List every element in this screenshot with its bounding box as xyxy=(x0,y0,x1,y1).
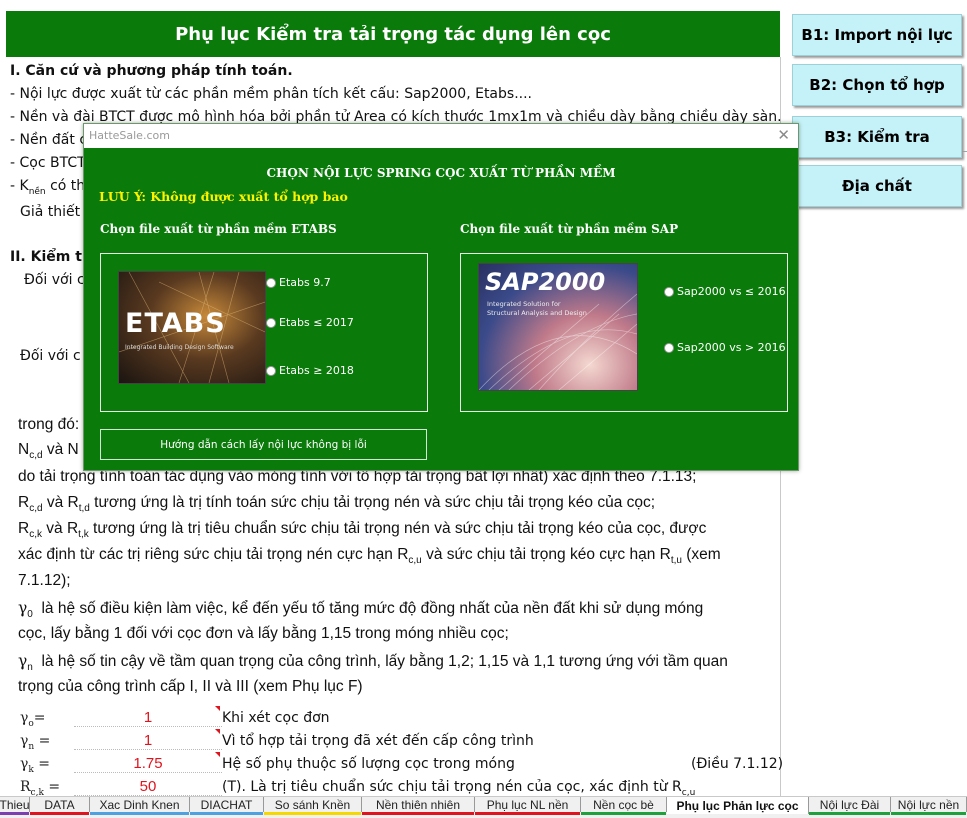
dialog-titlebar[interactable]: HatteSale.com ✕ xyxy=(84,124,798,148)
param-desc-gamma-k: Hệ số phụ thuộc số lượng cọc trong móng xyxy=(222,756,515,772)
comment-marker xyxy=(215,729,220,734)
tab-so-sanh-knen[interactable]: So sánh Knền xyxy=(264,797,362,815)
guide-button[interactable]: Hướng dẫn cách lấy nội lực không bị lỗi xyxy=(100,429,427,460)
param-desc-gamma-o: Khi xét cọc đơn xyxy=(222,710,330,726)
radio-icon[interactable] xyxy=(664,286,674,297)
param-value-gamma-k[interactable]: 1.75 xyxy=(74,755,222,773)
radio-icon[interactable] xyxy=(266,277,276,288)
sap-group: SAP2000 Integrated Solution for Structur… xyxy=(460,253,788,412)
comment-marker xyxy=(215,706,220,711)
radio-icon[interactable] xyxy=(266,365,276,376)
option-etabs-le-2017[interactable]: Etabs ≤ 2017 xyxy=(266,316,354,329)
doi-voi-2: Đối với c xyxy=(20,348,81,364)
tab-phu-luc-phan-luc-coc[interactable]: Phụ lục Phản lực cọc xyxy=(667,797,809,814)
section-1-heading: I. Căn cứ và phương pháp tính toán. xyxy=(10,63,293,79)
tab-nen-thien-nhien[interactable]: Nền thiên nhiên xyxy=(362,797,475,815)
param-value-gamma-n[interactable]: 1 xyxy=(74,732,222,750)
tab-noi-luc-nen[interactable]: Nội lực nền xyxy=(891,797,967,815)
comment-marker xyxy=(215,752,220,757)
option-sap-le-2016[interactable]: Sap2000 vs ≤ 2016 xyxy=(664,285,786,298)
body-line-5: 7.1.12); xyxy=(18,572,71,589)
param-desc-rck: (T). Là trị tiêu chuẩn sức chịu tải trọn… xyxy=(222,779,696,798)
doi-voi-1: Đối với c xyxy=(24,272,85,288)
body-line-9: trọng của công trình cấp I, II và III (x… xyxy=(18,678,363,695)
line-4: - Cọc BTCT xyxy=(10,155,86,171)
close-icon[interactable]: ✕ xyxy=(777,126,790,144)
line-1: - Nội lực được xuất từ các phần mềm phân… xyxy=(10,86,532,102)
import-forces-button[interactable]: B1: Import nội lực xyxy=(792,14,962,56)
sheet-tab-bar: Thieu DATA Xac Dinh Knen DIACHAT So sánh… xyxy=(0,796,967,818)
param-value-gamma-o[interactable]: 1 xyxy=(74,709,222,727)
tab-noi-luc-dai[interactable]: Nội lực Đài xyxy=(809,797,891,815)
radio-icon[interactable] xyxy=(664,342,674,353)
dialog-warning: LƯU Ý: Không được xuất tổ hợp bao xyxy=(99,189,348,204)
param-value-rck[interactable]: 50 xyxy=(74,778,222,796)
trong-do: trong đó: xyxy=(18,416,80,433)
dialog-window-title: HatteSale.com xyxy=(89,129,170,142)
assumption-label: Giả thiết xyxy=(20,204,81,220)
choose-combination-button[interactable]: B2: Chọn tổ hợp xyxy=(792,64,962,106)
body-line-4: xác định từ các trị riêng sức chịu tải t… xyxy=(18,546,721,567)
etabs-logo: ETABS Integrated Building Design Softwar… xyxy=(118,271,266,384)
etabs-logo-subtitle: Integrated Building Design Software xyxy=(125,344,234,351)
tab-nen-coc-be[interactable]: Nền cọc bè xyxy=(581,797,667,815)
param-desc-gamma-n: Vì tổ hợp tải trọng đã xét đến cấp công … xyxy=(222,733,534,749)
body-line-8: γn là hệ số tin cậy về tầm quan trọng củ… xyxy=(18,652,728,674)
option-etabs-ge-2018[interactable]: Etabs ≥ 2018 xyxy=(266,364,354,377)
sap-group-label: Chọn file xuất từ phần mềm SAP xyxy=(460,222,679,236)
option-sap-gt-2016[interactable]: Sap2000 vs > 2016 xyxy=(664,341,786,354)
sap2000-logo: SAP2000 Integrated Solution for Structur… xyxy=(478,263,638,391)
sap2000-logo-text: SAP2000 xyxy=(485,268,606,296)
tab-data[interactable]: DATA xyxy=(30,797,90,815)
etabs-group: ETABS Integrated Building Design Softwar… xyxy=(100,253,428,412)
select-forces-dialog: HatteSale.com ✕ CHỌN NỘI LỰC SPRING CỌC … xyxy=(83,123,799,471)
sap2000-logo-subtitle-1: Integrated Solution for xyxy=(487,300,561,308)
ncd-line: Nc,d và N xyxy=(18,441,79,462)
line-5: - Knền có th xyxy=(10,178,86,197)
check-button[interactable]: B3: Kiểm tra xyxy=(792,116,962,158)
tab-thieu[interactable]: Thieu xyxy=(0,797,30,815)
sheet-title: Phụ lục Kiểm tra tải trọng tác dụng lên … xyxy=(6,11,780,57)
sap2000-logo-subtitle-2: Structural Analysis and Design xyxy=(487,309,587,317)
body-line-6: γ0 là hệ số điều kiện làm việc, kể đến y… xyxy=(18,599,704,621)
body-line-7: cọc, lấy bằng 1 đối với cọc đơn và lấy b… xyxy=(18,625,509,642)
radio-icon[interactable] xyxy=(266,317,276,328)
clause-ref: (Điều 7.1.12) xyxy=(691,756,784,772)
body-line-3: Rc,k và Rt,k tương ứng là trị tiêu chuẩn… xyxy=(18,520,707,541)
option-etabs-97[interactable]: Etabs 9.7 xyxy=(266,276,331,289)
dialog-heading: CHỌN NỘI LỰC SPRING CỌC XUẤT TỪ PHẦN MỀM xyxy=(266,166,616,180)
etabs-group-label: Chọn file xuất từ phần mềm ETABS xyxy=(100,222,337,236)
etabs-logo-text: ETABS xyxy=(125,308,226,339)
tab-phu-luc-nl-nen[interactable]: Phụ lục NL nền xyxy=(475,797,581,815)
tab-diachat[interactable]: DIACHAT xyxy=(190,797,264,815)
tab-xac-dinh-knen[interactable]: Xac Dinh Knen xyxy=(90,797,190,815)
line-3: - Nền đất c xyxy=(10,132,88,148)
body-line-2: Rc,d và Rt,d tương ứng là trị tính toán … xyxy=(18,494,656,515)
geology-button[interactable]: Địa chất xyxy=(792,165,962,207)
section-2-heading: II. Kiểm tr xyxy=(10,249,89,265)
